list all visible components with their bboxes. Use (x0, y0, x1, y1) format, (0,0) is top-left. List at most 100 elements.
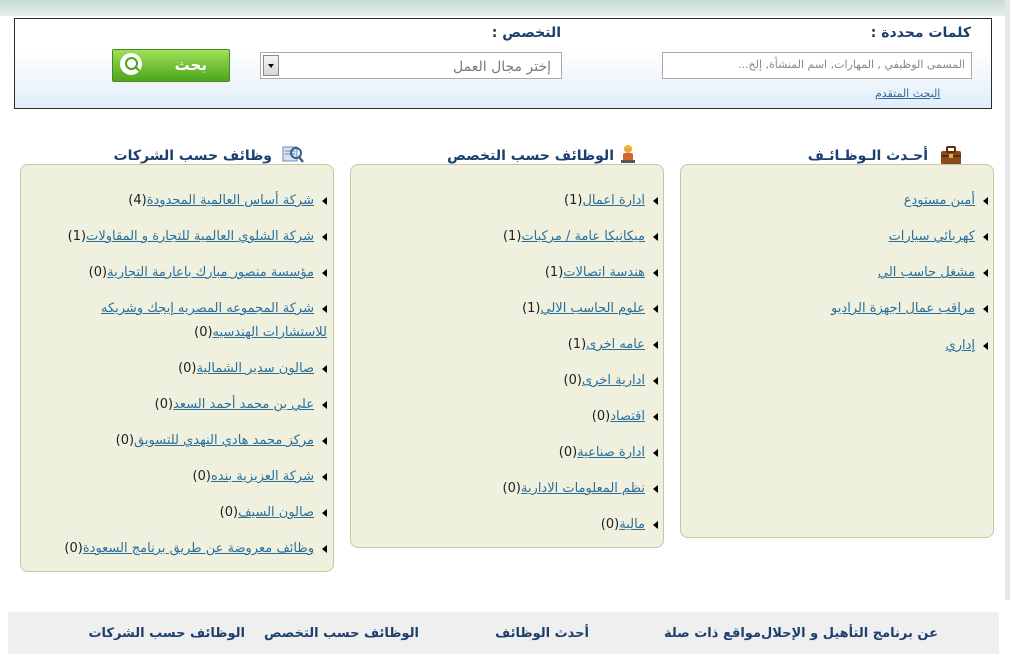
item-count: (0) (115, 433, 135, 448)
list-item-link[interactable]: ميكانيكا عامة / مركبات (521, 229, 645, 244)
list-item[interactable]: ادارة اعمال(1) (564, 193, 658, 208)
list-item-link[interactable]: مركز محمد هادي النهدي للتسويق (134, 433, 314, 448)
bullet-arrow-icon (322, 436, 327, 445)
list-item-link[interactable]: عامه اخرى (586, 337, 645, 352)
list-item-link[interactable]: مراقب عمال اجهزة الراديو (831, 301, 975, 316)
company-jobs-title: وظائف حسب الشركات (113, 148, 272, 164)
footer-link-about[interactable]: عن برنامج التأهيل و الإحلال (761, 626, 938, 641)
list-item[interactable]: صالون سدير الشمالية(0) (178, 361, 327, 376)
footer-link-specialty-jobs[interactable]: الوظائف حسب التخصص (264, 626, 419, 641)
item-count: (1) (502, 229, 522, 244)
bullet-arrow-icon (983, 304, 988, 313)
list-item-link[interactable]: مالية (619, 517, 645, 532)
item-count: (0) (154, 397, 174, 412)
bullet-arrow-icon (653, 448, 658, 457)
list-item-link[interactable]: شركة العزيزية بنده (211, 469, 314, 484)
item-count: (1) (564, 193, 583, 208)
bullet-arrow-icon (322, 364, 327, 373)
list-item-link[interactable]: اقتصاد (610, 409, 645, 424)
item-count: (0) (591, 409, 611, 424)
list-item[interactable]: نظم المعلومات الادارية(0) (503, 481, 658, 496)
bullet-arrow-icon (653, 484, 658, 493)
search-button[interactable]: بحث (112, 49, 230, 82)
list-item-continued[interactable]: للاستشارات الهندسيه(0) (194, 325, 327, 340)
list-item[interactable]: كهربائي سيارات (889, 229, 988, 244)
list-item[interactable]: ادارة صناعية(0) (559, 445, 658, 460)
list-item[interactable]: هندسة اتصالات(1) (545, 265, 658, 280)
bullet-arrow-icon (322, 400, 327, 409)
bullet-arrow-icon (653, 412, 658, 421)
list-item-link[interactable]: مشغل حاسب الي (878, 265, 975, 280)
list-item-link[interactable]: ادارية اخرى (582, 373, 645, 388)
list-item-link[interactable]: إداري (946, 338, 975, 353)
list-item[interactable]: إداري (946, 338, 988, 353)
list-item-link[interactable]: ادارة صناعية (577, 445, 645, 460)
list-item-link[interactable]: شركة الشلوي العالمية للتجارة و المقاولات (86, 229, 314, 244)
list-item[interactable]: وظائف معروضة عن طريق برنامج السعودة(0) (64, 541, 327, 556)
specialty-jobs-title: الوظائف حسب التخصص (447, 148, 614, 164)
list-item-link[interactable]: للاستشارات الهندسيه (213, 325, 327, 340)
list-item-link[interactable]: مؤسسة منصور مبارك باعارمة التجارية (107, 265, 314, 280)
list-item[interactable]: شركة المجموعه المصريه إيجك وشريكه (101, 301, 327, 316)
list-item[interactable]: صالون السيف(0) (220, 505, 327, 520)
list-item-link[interactable]: كهربائي سيارات (889, 229, 975, 244)
list-item[interactable]: أمين مستودع (904, 193, 988, 208)
bullet-arrow-icon (983, 268, 988, 277)
item-count: (0) (178, 361, 197, 376)
search-icon (120, 53, 142, 75)
footer-link-company-jobs[interactable]: الوظائف حسب الشركات (88, 626, 245, 641)
list-item-link[interactable]: صالون سدير الشمالية (197, 361, 315, 376)
list-item[interactable]: ادارية اخرى(0) (564, 373, 658, 388)
list-item[interactable]: عامه اخرى(1) (568, 337, 658, 352)
list-item[interactable]: شركة العزيزية بنده(0) (192, 469, 327, 484)
list-item[interactable]: مالية(0) (601, 517, 658, 532)
list-item-link[interactable]: وظائف معروضة عن طريق برنامج السعودة (83, 541, 314, 556)
item-count: (0) (502, 481, 521, 496)
footer-link-latest-jobs[interactable]: أحدث الوظائف (495, 626, 589, 641)
list-item-link[interactable]: أمين مستودع (904, 193, 975, 208)
search-button-label: بحث (174, 56, 207, 74)
bullet-arrow-icon (653, 520, 658, 529)
worker-icon (621, 145, 635, 163)
list-item-link[interactable]: شركة أساس العالمية المحدودة (147, 193, 314, 208)
list-item-link[interactable]: علي بن محمد أحمد السعد (173, 397, 314, 412)
list-item[interactable]: ميكانيكا عامة / مركبات(1) (503, 229, 658, 244)
list-item[interactable]: اقتصاد(0) (592, 409, 658, 424)
list-item[interactable]: علي بن محمد أحمد السعد(0) (155, 397, 327, 412)
bullet-arrow-icon (653, 232, 658, 241)
dropdown-arrow-icon[interactable] (263, 55, 279, 76)
item-count: (1) (567, 337, 587, 352)
list-item-link[interactable]: شركة المجموعه المصريه إيجك وشريكه (101, 301, 314, 316)
item-count: (1) (67, 229, 87, 244)
specialty-label: التخصص : (491, 25, 561, 41)
list-item-link[interactable]: ادارة اعمال (582, 193, 645, 208)
bullet-arrow-icon (983, 196, 988, 205)
search-panel: كلمات محددة : المسمى الوظيفي , المهارات,… (14, 18, 992, 109)
advanced-search-link[interactable]: البحث المتقدم (875, 87, 940, 100)
list-item[interactable]: شركة أساس العالمية المحدودة(4) (128, 193, 327, 208)
list-item[interactable]: مؤسسة منصور مبارك باعارمة التجارية(0) (89, 265, 327, 280)
list-item-link[interactable]: نظم المعلومات الادارية (521, 481, 645, 496)
specialty-select[interactable]: إختر مجال العمل (260, 52, 562, 79)
list-item-link[interactable]: هندسة اتصالات (563, 265, 645, 280)
footer-link-related-sites[interactable]: مواقع ذات صلة (664, 626, 761, 641)
item-count: (0) (558, 445, 578, 460)
bullet-arrow-icon (322, 232, 327, 241)
bullet-arrow-icon (983, 232, 988, 241)
bullet-arrow-icon (653, 304, 658, 313)
keywords-input[interactable]: المسمى الوظيفي , المهارات, اسم المنشأة, … (662, 52, 972, 79)
item-count: (0) (563, 373, 582, 388)
item-count: (0) (192, 469, 211, 484)
list-item[interactable]: مركز محمد هادي النهدي للتسويق(0) (116, 433, 327, 448)
list-item[interactable]: شركة الشلوي العالمية للتجارة و المقاولات… (68, 229, 327, 244)
bullet-arrow-icon (653, 340, 658, 349)
item-count: (0) (88, 265, 108, 280)
list-item[interactable]: مشغل حاسب الي (878, 265, 988, 280)
list-item[interactable]: علوم الحاسب الالي(1) (522, 301, 658, 316)
keywords-label: كلمات محددة : (870, 25, 971, 41)
bullet-arrow-icon (322, 304, 327, 313)
list-item-link[interactable]: صالون السيف (238, 505, 314, 520)
list-item-link[interactable]: علوم الحاسب الالي (541, 301, 646, 316)
bullet-arrow-icon (983, 341, 988, 350)
list-item[interactable]: مراقب عمال اجهزة الراديو (831, 301, 988, 316)
